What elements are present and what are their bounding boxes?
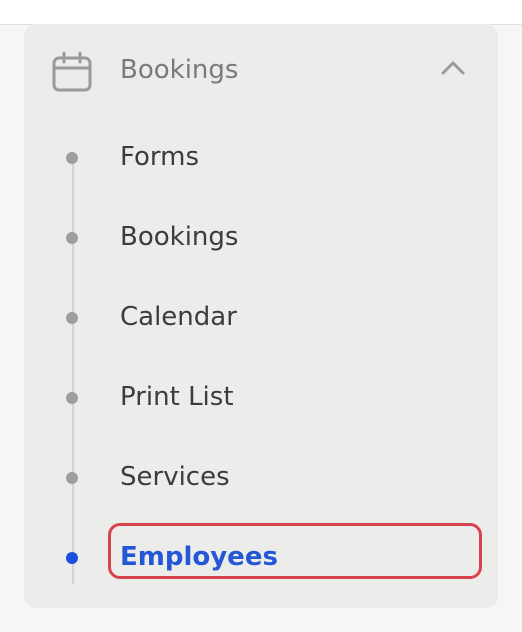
top-bar — [0, 0, 522, 25]
active-bullet-dot-icon — [66, 552, 78, 564]
bookings-menu-group: Bookings Forms Bookings Calendar Print L… — [24, 24, 498, 608]
submenu-item-label: Calendar — [120, 302, 237, 332]
bullet-dot-icon — [66, 472, 78, 484]
submenu-item-label: Forms — [120, 142, 200, 172]
submenu-item-label: Bookings — [120, 222, 239, 252]
bullet-dot-icon — [66, 152, 78, 164]
calendar-icon — [52, 51, 92, 92]
submenu-item-services[interactable]: Services — [24, 438, 498, 518]
bookings-group-toggle[interactable]: Bookings — [24, 24, 498, 116]
chevron-up-icon[interactable] — [438, 58, 468, 78]
submenu-item-label: Services — [120, 462, 230, 492]
submenu-item-print-list[interactable]: Print List — [24, 358, 498, 438]
submenu-item-forms[interactable]: Forms — [24, 118, 498, 198]
bullet-dot-icon — [66, 392, 78, 404]
submenu-item-label: Print List — [120, 382, 234, 412]
submenu-item-employees[interactable]: Employees — [24, 518, 498, 598]
submenu-item-label: Employees — [120, 542, 278, 572]
submenu-item-bookings[interactable]: Bookings — [24, 198, 498, 278]
submenu-item-calendar[interactable]: Calendar — [24, 278, 498, 358]
group-header-label: Bookings — [120, 55, 239, 85]
bullet-dot-icon — [66, 232, 78, 244]
bullet-dot-icon — [66, 312, 78, 324]
